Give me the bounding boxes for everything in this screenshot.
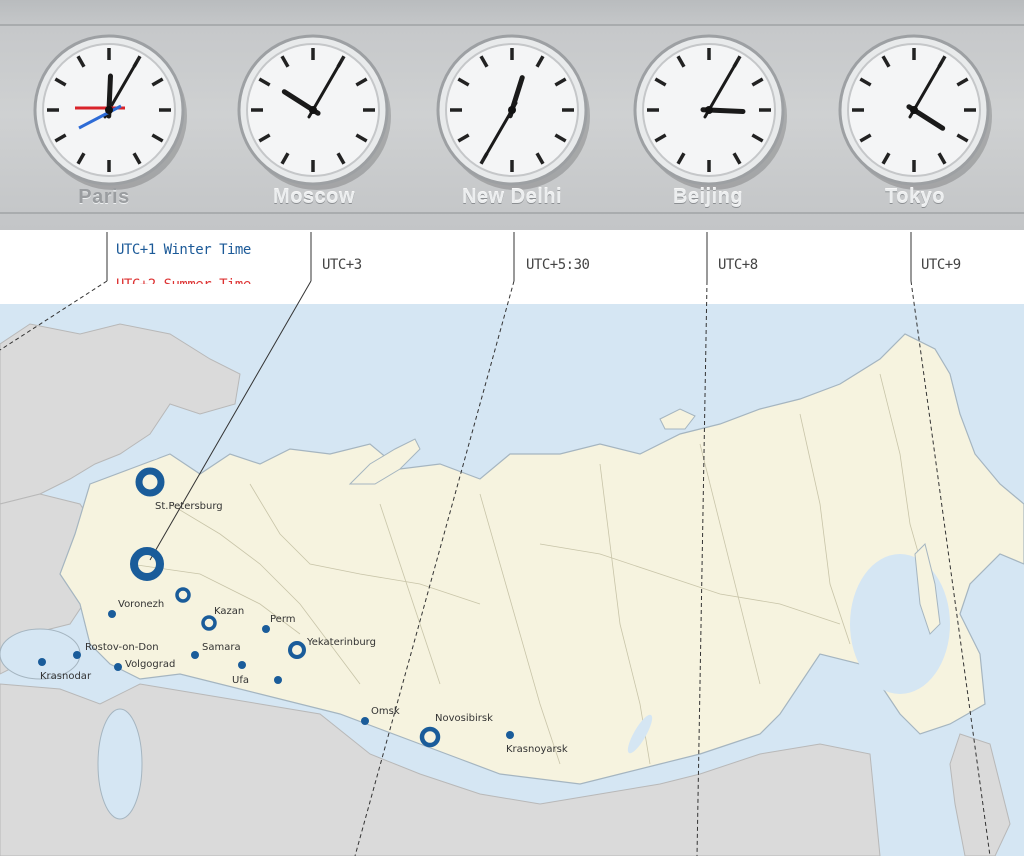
clock-label-beijing: Beijing [672, 186, 744, 208]
tz-label-beijing: UTC+8 [718, 257, 758, 273]
clock-tokyo [838, 34, 992, 190]
clock-label-tokyo: Tokyo [885, 186, 945, 208]
clock-label-moscow: Moscow [273, 186, 355, 208]
clock-hub [910, 106, 918, 114]
black-sea [0, 628, 81, 680]
timezone-strip: UTC+1 Winter Time UTC+2 Summer Time UTC+… [0, 230, 1024, 304]
clock-rail-bottom [0, 212, 1024, 214]
lake-ladoga [138, 444, 162, 460]
tz-label-paris-summer: UTC+2 Summer Time [116, 277, 251, 284]
world-clock-bar: Paris Moscow New Delhi Beijing Tokyo [0, 0, 1024, 230]
tz-label-paris-winter: UTC+1 Winter Time [116, 242, 251, 258]
russia-map [0, 304, 1024, 856]
clock-hub [105, 106, 113, 114]
clock-new-delhi [436, 34, 590, 190]
clock-hub [705, 106, 713, 114]
clock-beijing [633, 34, 787, 190]
tz-label-new-delhi: UTC+5:30 [526, 257, 590, 273]
clock-hub [508, 106, 516, 114]
clock-label-new-delhi: New Delhi [461, 186, 563, 208]
clock-rail-top [0, 24, 1024, 26]
tz-label-moscow: UTC+3 [322, 257, 362, 273]
caspian-sea [97, 708, 143, 820]
clock-label-paris: Paris [78, 186, 130, 208]
clock-moscow [237, 34, 391, 190]
tz-label-tokyo: UTC+9 [921, 257, 961, 273]
clock-hub [309, 106, 317, 114]
clock-paris [33, 34, 187, 190]
